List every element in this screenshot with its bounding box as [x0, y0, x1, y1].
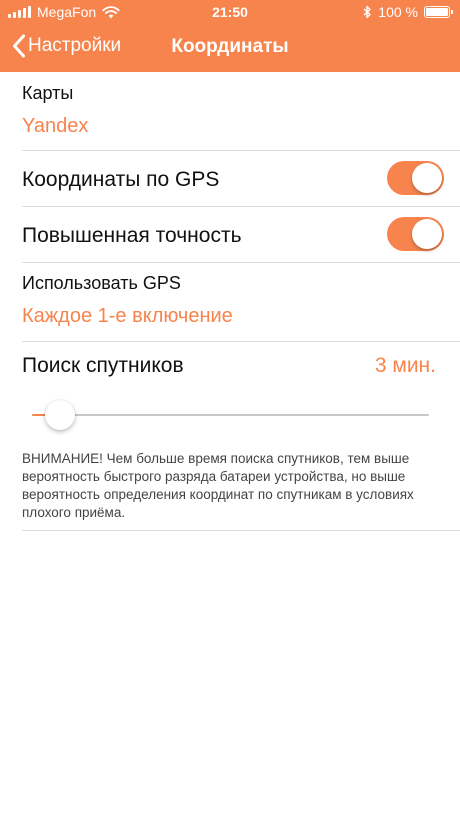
maps-value: Yandex [22, 115, 89, 137]
gps-coords-toggle[interactable] [387, 161, 444, 195]
slider-track [32, 414, 429, 416]
top-header: MegaFon 21:50 100 % Настройки Координаты [0, 0, 460, 72]
high-accuracy-label: Повышенная точность [22, 224, 242, 247]
warning-text: ВНИМАНИЕ! Чем больше время поиска спутни… [22, 451, 414, 520]
bluetooth-icon [363, 5, 371, 19]
divider [22, 530, 460, 531]
battery-percent: 100 % [378, 4, 418, 20]
gps-coords-row: Координаты по GPS [0, 151, 460, 206]
page-title: Координаты [171, 36, 289, 57]
battery-icon [424, 6, 453, 18]
toggle-knob [412, 219, 442, 249]
maps-row[interactable]: Карты Yandex [0, 72, 460, 150]
satellite-search-value: 3 мин. [374, 354, 436, 377]
status-right: 100 % [363, 4, 453, 20]
nav-bar: Настройки Координаты [0, 24, 460, 72]
gps-coords-label: Координаты по GPS [22, 168, 220, 191]
status-bar: MegaFon 21:50 100 % [0, 0, 460, 24]
toggle-knob [412, 163, 442, 193]
slider-thumb[interactable] [44, 400, 75, 430]
satellite-search-section: Поиск спутников 3 мин. ВНИМАНИЕ! Чем бол… [0, 342, 460, 532]
high-accuracy-row: Повышенная точность [0, 207, 460, 262]
high-accuracy-toggle[interactable] [387, 217, 444, 251]
satellite-search-label: Поиск спутников [22, 354, 184, 377]
use-gps-label: Использовать GPS [22, 273, 181, 293]
use-gps-value: Каждое 1-е включение [22, 305, 233, 327]
satellite-search-slider[interactable] [32, 399, 429, 431]
maps-label: Карты [22, 83, 74, 103]
use-gps-row[interactable]: Использовать GPS Каждое 1-е включение [0, 263, 460, 341]
